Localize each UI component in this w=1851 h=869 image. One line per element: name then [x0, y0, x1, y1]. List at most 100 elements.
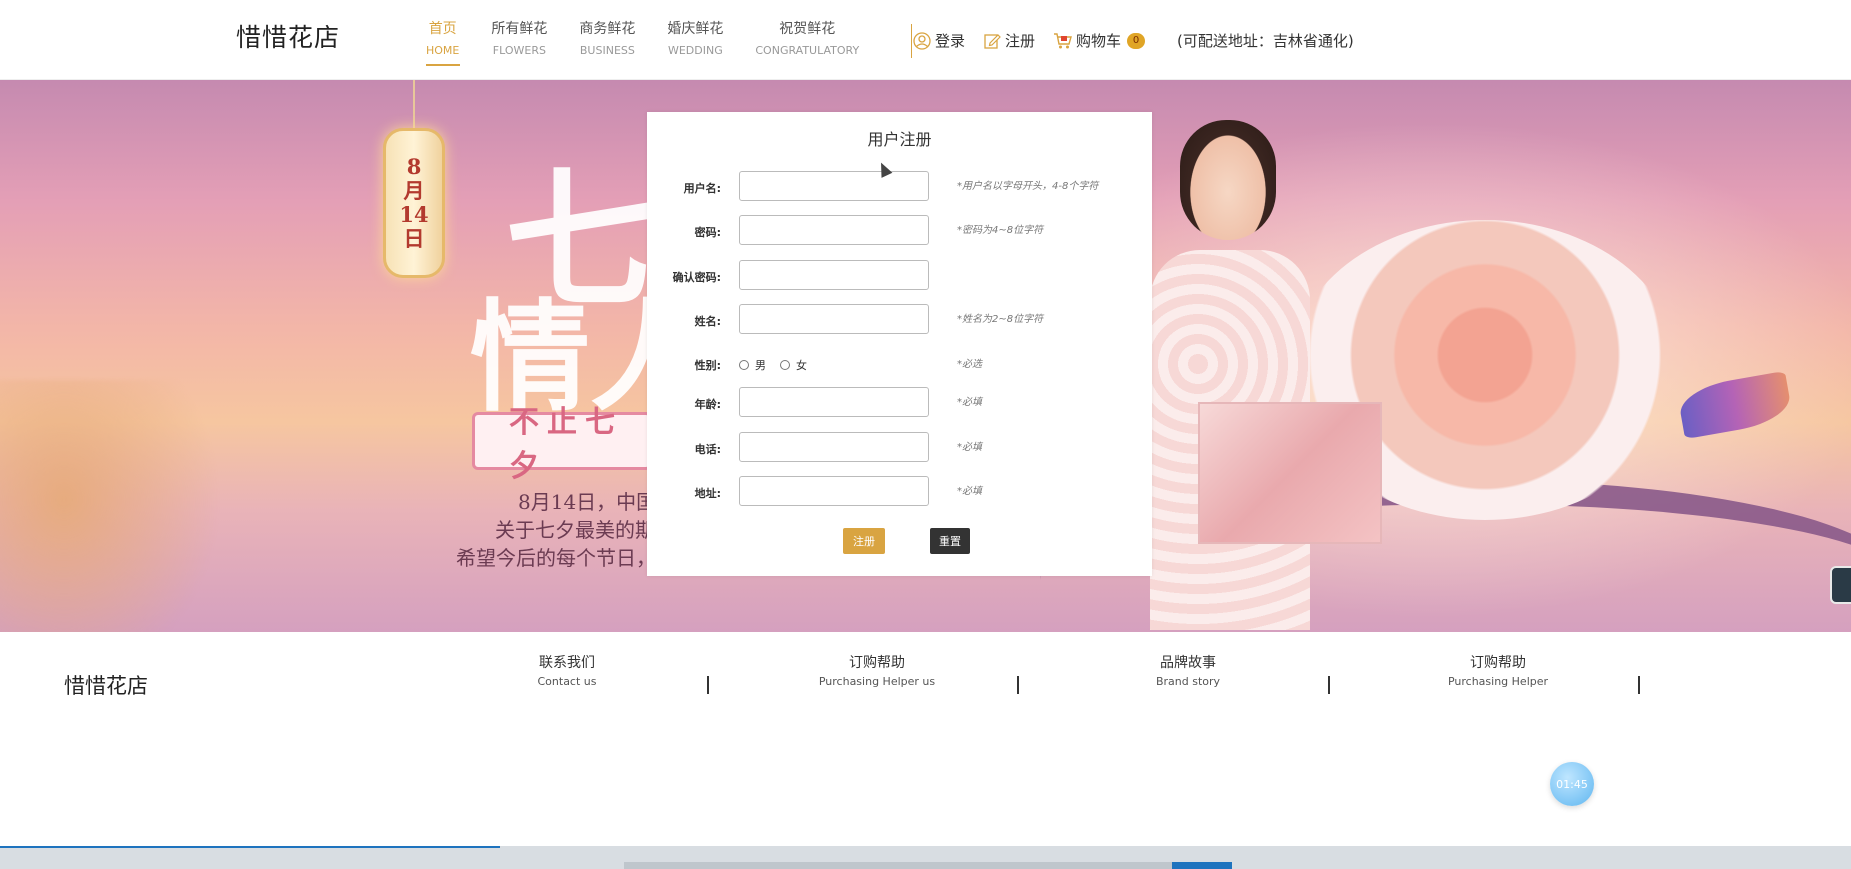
- banner-poem-line-3: 希望今后的每个节日，: [456, 546, 656, 570]
- banner-poem-line-1: 8月14日，中国: [518, 490, 657, 514]
- nav-home-label: 首页: [428, 21, 457, 37]
- username-label: 用户名:: [683, 182, 721, 195]
- cart-icon: [1053, 31, 1073, 51]
- bottom-progress-line: [0, 846, 500, 848]
- address-hint: *必填: [957, 486, 982, 497]
- banner-ribbon: 不止七夕: [472, 405, 652, 484]
- login-label: 登录: [935, 32, 966, 50]
- gender-female-option[interactable]: 女: [780, 357, 807, 373]
- footer-link-brand-story-sublabel: Brand story: [1155, 675, 1221, 688]
- footer-link-contact-sublabel: Contact us: [537, 675, 597, 688]
- footer-link-purchasing-helper-sublabel: Purchasing Helper: [1447, 675, 1549, 688]
- name-input[interactable]: [739, 304, 929, 334]
- nav-home-sublabel: HOME: [426, 44, 460, 57]
- model-head: [1180, 120, 1276, 240]
- footer-link-purchasing-helper-label: 订购帮助: [1470, 655, 1526, 671]
- nav-congratulatory-sublabel: CONGRATULATORY: [755, 44, 860, 57]
- lantern-text-3: 14: [399, 202, 429, 227]
- username-hint: *用户名以字母开头，4-8个字符: [957, 181, 1099, 192]
- footer-link-purchasing-help[interactable]: 订购帮助 Purchasing Helper us: [767, 652, 987, 688]
- name-label: 姓名:: [694, 315, 721, 328]
- nav-wedding-sublabel: WEDDING: [667, 44, 723, 57]
- horizontal-scrollbar[interactable]: [624, 862, 1172, 869]
- timer-bubble[interactable]: 01:45: [1550, 762, 1594, 806]
- phone-input[interactable]: [739, 432, 929, 462]
- nav-wedding-label: 婚庆鲜花: [667, 21, 724, 37]
- radio-female[interactable]: [780, 360, 790, 370]
- footer-separator: [707, 676, 709, 694]
- site-logo[interactable]: 惜惜花店: [236, 18, 340, 54]
- date-lantern: 8 月 14 日: [383, 80, 445, 298]
- phone-label: 电话:: [694, 443, 721, 456]
- nav-flowers-label: 所有鲜花: [491, 21, 548, 37]
- main-nav: 首页 HOME 所有鲜花 FLOWERS 商务鲜花 BUSINESS 婚庆鲜花 …: [410, 18, 875, 57]
- phone-hint: *必填: [957, 442, 982, 453]
- age-label: 年龄:: [694, 398, 721, 411]
- palace-image: [0, 380, 220, 632]
- nav-business-sublabel: BUSINESS: [579, 44, 635, 57]
- reset-button[interactable]: 重置: [930, 528, 970, 554]
- confirm-password-label: 确认密码:: [672, 271, 721, 284]
- gender-hint: *必选: [957, 359, 982, 370]
- footer-logo: 惜惜花店: [64, 674, 148, 698]
- site-footer: 惜惜花店 联系我们 Contact us 订购帮助 Purchasing Hel…: [0, 632, 1851, 846]
- nav-congratulatory[interactable]: 祝贺鲜花 CONGRATULATORY: [739, 18, 875, 57]
- user-icon: [912, 31, 932, 51]
- gender-label: 性别:: [694, 359, 721, 372]
- footer-link-brand-story-label: 品牌故事: [1160, 655, 1216, 671]
- scrollbar-thumb[interactable]: [1172, 862, 1232, 869]
- register-form: 用户注册 用户名: *用户名以字母开头，4-8个字符 密码: *密码为4~8位字…: [647, 112, 1152, 576]
- footer-link-purchasing-helper[interactable]: 订购帮助 Purchasing Helper: [1388, 652, 1608, 688]
- radio-male[interactable]: [739, 360, 749, 370]
- username-input[interactable]: [739, 171, 929, 201]
- lantern-string: [413, 80, 415, 130]
- gender-radio-group: 男 女: [739, 357, 821, 373]
- lantern-text-2: 月: [403, 178, 425, 203]
- nav-flowers[interactable]: 所有鲜花 FLOWERS: [475, 18, 563, 57]
- gift-box-image: [1198, 402, 1382, 544]
- gender-male-option[interactable]: 男: [739, 357, 766, 373]
- register-link[interactable]: 注册: [982, 30, 1035, 51]
- cart-label: 购物车: [1076, 32, 1122, 50]
- password-input[interactable]: [739, 215, 929, 245]
- age-input[interactable]: [739, 387, 929, 417]
- footer-separator: [1638, 676, 1640, 694]
- delivery-address: (可配送地址：吉林省通化): [1177, 32, 1354, 50]
- gender-female-label: 女: [796, 359, 807, 372]
- password-label: 密码:: [694, 226, 721, 239]
- nav-home[interactable]: 首页 HOME: [410, 18, 475, 57]
- name-hint: *姓名为2~8位字符: [957, 314, 1044, 325]
- edit-icon: [982, 31, 1002, 51]
- cart-link[interactable]: 购物车 0: [1053, 30, 1146, 51]
- address-input[interactable]: [739, 476, 929, 506]
- footer-link-brand-story[interactable]: 品牌故事 Brand story: [1078, 652, 1298, 688]
- password-hint: *密码为4~8位字符: [957, 225, 1044, 236]
- nav-wedding[interactable]: 婚庆鲜花 WEDDING: [651, 18, 739, 57]
- address-label: 地址:: [694, 487, 721, 500]
- footer-link-contact[interactable]: 联系我们 Contact us: [457, 652, 677, 688]
- model-image: [1150, 110, 1310, 630]
- register-title: 用户注册: [867, 130, 932, 149]
- banner-poem-line-2: 关于七夕最美的期: [495, 518, 655, 542]
- cart-count-badge: 0: [1127, 32, 1146, 49]
- footer-link-purchasing-help-sublabel: Purchasing Helper us: [818, 675, 936, 688]
- footer-separator: [1017, 676, 1019, 694]
- footer-link-purchasing-help-label: 订购帮助: [849, 655, 905, 671]
- register-label: 注册: [1005, 32, 1036, 50]
- lantern-text-4: 日: [403, 226, 425, 251]
- nav-business[interactable]: 商务鲜花 BUSINESS: [563, 18, 651, 57]
- nav-congratulatory-label: 祝贺鲜花: [779, 21, 836, 37]
- side-float-tab[interactable]: [1830, 566, 1851, 604]
- nav-business-label: 商务鲜花: [579, 21, 636, 37]
- register-submit-button[interactable]: 注册: [843, 528, 885, 554]
- login-link[interactable]: 登录: [912, 30, 965, 51]
- site-header: 惜惜花店 首页 HOME 所有鲜花 FLOWERS 商务鲜花 BUSINESS …: [0, 0, 1851, 80]
- footer-link-contact-label: 联系我们: [539, 655, 595, 671]
- gender-male-label: 男: [755, 359, 766, 372]
- age-hint: *必填: [957, 397, 982, 408]
- confirm-password-input[interactable]: [739, 260, 929, 290]
- lantern-body: 8 月 14 日: [383, 128, 445, 278]
- nav-flowers-sublabel: FLOWERS: [492, 44, 546, 57]
- footer-separator: [1328, 676, 1330, 694]
- lantern-text-1: 8: [406, 154, 422, 179]
